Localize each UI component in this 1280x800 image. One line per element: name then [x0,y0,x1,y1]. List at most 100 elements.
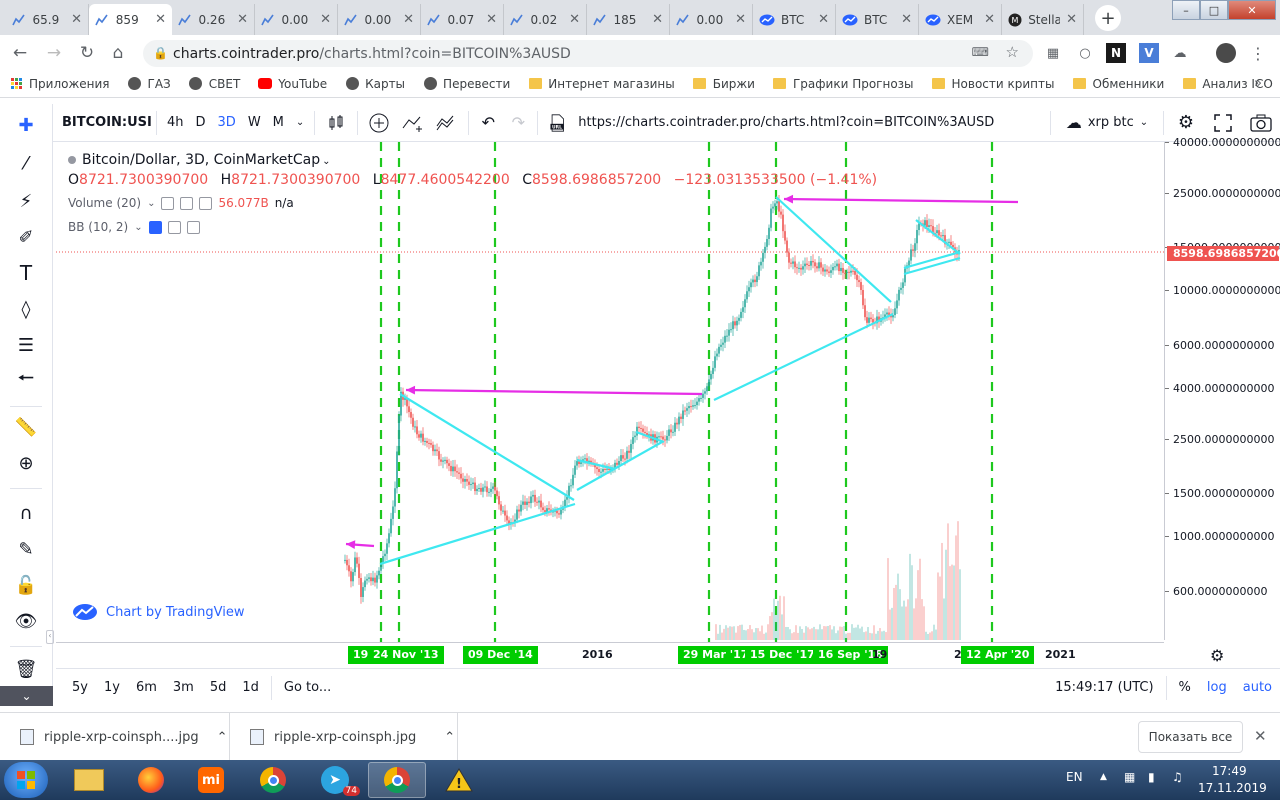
volume-indicator-row[interactable]: Volume (20) ⌄ 56.077B n/a [68,196,294,210]
browser-tab[interactable]: 0.00 ✕ [670,4,753,35]
settings-icon[interactable] [180,196,194,210]
browser-tab[interactable]: 0.00 ✕ [338,4,421,35]
bookmark-item[interactable]: Интернет магазины [519,77,683,91]
network-icon[interactable]: ▦ [1124,770,1135,784]
new-tab-button[interactable]: + [1095,5,1121,31]
bookmark-item[interactable]: Приложения [0,77,119,91]
bookmark-item[interactable]: ГАЗ [119,77,180,91]
address-bar[interactable]: 🔒 charts.cointrader.pro/charts.html?coin… [143,40,1033,67]
interval-dropdown-icon[interactable]: ⌄ [290,104,310,142]
bookmark-item[interactable]: Обменники [1064,77,1174,91]
bookmark-item[interactable]: Перевести [414,77,519,91]
download-item[interactable]: ripple-xrp-coinsph....jpg ⌃ [0,713,230,761]
bookmark-item[interactable]: Карты [336,77,414,91]
chrome-active-taskbar-icon[interactable] [368,762,426,798]
goto-button[interactable]: Go to... [276,680,339,695]
eye-toggle-icon[interactable] [161,196,175,210]
close-tab-icon[interactable]: ✕ [984,12,995,27]
extension-grid-icon[interactable]: ▦ [1043,43,1063,63]
zoom-in-icon[interactable]: ⊕ [11,448,41,478]
interval-button[interactable]: 3D [212,104,242,142]
compare-symbol[interactable]: ☁ xrp btc ⌄ [1055,104,1159,142]
brush-icon[interactable]: ✐ [11,222,41,252]
close-tab-icon[interactable]: ✕ [320,12,331,27]
browser-tab[interactable]: XEM ✕ [919,4,1002,35]
chevron-down-icon[interactable]: ⌄ [134,222,142,233]
back-arrow-icon[interactable]: 🠐 [11,366,41,396]
range-button[interactable]: 5y [64,680,96,695]
trend-line-icon[interactable]: ⁄ [11,148,41,178]
bookmarks-overflow-icon[interactable]: » [1254,76,1262,91]
close-tab-icon[interactable]: ✕ [901,12,912,27]
scroll-left-handle[interactable]: ‹ [46,630,54,644]
browser-tab[interactable]: 0.00 ✕ [255,4,338,35]
firefox-taskbar-icon[interactable] [122,762,180,798]
lock-drawing-icon[interactable]: ✎ [11,534,41,564]
chart-legend[interactable]: Bitcoin/Dollar, 3D, CoinMarketCap ⌄ [68,152,331,168]
forward-icon[interactable]: → [42,41,66,65]
tray-arrow-icon[interactable]: ▲ [1100,772,1107,782]
indicators-icon[interactable] [396,104,430,142]
range-button[interactable]: 1d [234,680,267,695]
range-button[interactable]: 1y [96,680,128,695]
warning-taskbar-icon[interactable]: ! [430,762,488,798]
start-button[interactable] [4,762,48,798]
translate-icon[interactable]: ⌨ [972,45,989,59]
trash-icon[interactable]: 🗑 [11,654,41,684]
profile-avatar[interactable] [1216,43,1236,63]
price-axis[interactable]: 40000.000000000025000.000000000015000.00… [1164,136,1280,640]
browser-tab[interactable]: 0.07 ✕ [421,4,504,35]
clock-date[interactable]: 17.11.2019 [1198,781,1267,795]
bookmark-item[interactable]: Анализ ICO [1173,77,1280,91]
explorer-taskbar-icon[interactable] [60,762,118,798]
bookmark-item[interactable]: Графики Прогнозы [764,77,923,91]
range-button[interactable]: 3m [165,680,202,695]
close-tab-icon[interactable]: ✕ [652,12,663,27]
pitchfork-icon[interactable]: ⚡ [11,186,41,216]
close-tab-icon[interactable]: ✕ [735,12,746,27]
show-all-downloads-button[interactable]: Показать все [1138,721,1243,753]
ruler-icon[interactable]: 📏 [11,412,41,442]
volume-icon[interactable]: ♫ [1172,770,1183,784]
templates-icon[interactable] [430,104,464,142]
interval-button[interactable]: 4h [161,104,190,142]
remove-icon[interactable] [186,220,200,234]
clock-time[interactable]: 17:49 [1212,764,1247,778]
pattern-icon[interactable]: ◊ [11,294,41,324]
interval-button[interactable]: M [267,104,290,142]
remove-icon[interactable] [199,196,213,210]
bookmark-item[interactable]: YouTube [249,77,336,91]
interval-button[interactable]: D [190,104,212,142]
browser-tab[interactable]: 65.9 ✕ [6,4,89,35]
settings-icon[interactable] [167,220,181,234]
percent-scale-toggle[interactable]: % [1171,680,1199,695]
close-tab-icon[interactable]: ✕ [569,12,580,27]
browser-tab[interactable]: M Stellar (✕ [1002,4,1084,35]
mi-taskbar-icon[interactable]: mi [182,762,240,798]
axis-settings-gear-icon[interactable]: ⚙ [1210,646,1224,665]
add-indicator-icon[interactable] [362,104,396,142]
interval-button[interactable]: W [242,104,267,142]
chevron-down-icon[interactable]: ⌄ [147,198,155,209]
telegram-taskbar-icon[interactable]: ➤ 74 [306,762,364,798]
browser-tab[interactable]: 185 ✕ [587,4,670,35]
close-window-button[interactable]: ✕ [1228,0,1276,20]
url-icon[interactable]: URL [542,104,572,142]
eye-toggle-icon[interactable] [148,220,162,234]
bb-indicator-row[interactable]: BB (10, 2) ⌄ [68,220,200,234]
bookmark-item[interactable]: Биржи [684,77,764,91]
browser-tab[interactable]: 0.02 ✕ [504,4,587,35]
extension-n-icon[interactable]: N [1106,43,1126,63]
symbol-search[interactable]: BITCOIN:USI [56,104,152,142]
chevron-up-icon[interactable]: ⌃ [444,730,455,745]
browser-tab[interactable]: 859 ✕ [89,4,172,35]
magnet-icon[interactable]: ∩ [11,498,41,528]
star-icon[interactable]: ☆ [1006,43,1019,61]
close-tab-icon[interactable]: ✕ [155,12,166,27]
utc-clock[interactable]: 15:49:17 (UTC) [1047,680,1161,695]
chart-url-text[interactable]: https://charts.cointrader.pro/charts.htm… [572,104,1002,142]
close-downloads-icon[interactable]: ✕ [1254,727,1267,745]
back-icon[interactable]: ← [8,41,32,65]
bookmark-item[interactable]: СВЕТ [180,77,250,91]
browser-tab[interactable]: BTC ✕ [753,4,836,35]
